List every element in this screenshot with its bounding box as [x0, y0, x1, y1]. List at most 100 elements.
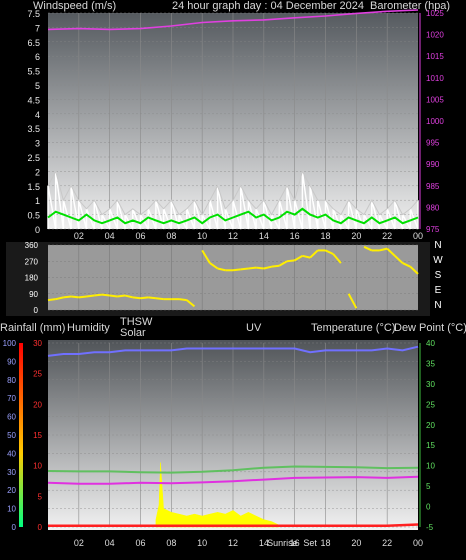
wind-direction-segment [117, 294, 126, 298]
compass-label: S [435, 270, 442, 281]
time-tick-label: 16 [290, 231, 300, 241]
time-tick-label: 10 [197, 538, 207, 548]
direction-tick-label: 90 [29, 290, 38, 299]
wind-direction-segment [132, 296, 141, 300]
header-title: 24 hour graph day : 04 December 2024 [172, 0, 364, 12]
time-tick-label: 04 [105, 231, 115, 241]
wind-direction-segment [78, 295, 87, 299]
time-tick-label: 00 [413, 538, 423, 548]
wind-direction-segment [232, 268, 241, 272]
wind-direction-segment [47, 298, 56, 302]
windspeed-tick-label: 5.5 [27, 67, 40, 77]
barometer-tick-label: 985 [426, 182, 440, 191]
rainfall-tick-label: 20 [33, 400, 42, 409]
wind-direction-segment [94, 293, 103, 297]
time-tick-label: 00 [413, 231, 423, 241]
temperature-label: Temperature (°C) [311, 322, 395, 334]
weather-chart-svg: Windspeed (m/s) 24 hour graph day : 04 D… [0, 0, 466, 548]
wind-direction-segment [286, 259, 295, 263]
windspeed-tick-label: 0 [35, 225, 40, 235]
compass-label: N [434, 240, 441, 251]
windspeed-tick-label: 2.5 [27, 153, 40, 163]
wind-direction-segment [109, 294, 118, 298]
time-tick-label: 02 [74, 538, 84, 548]
direction-tick-label: 360 [25, 241, 39, 250]
time-tick-label: 18 [320, 538, 330, 548]
solar-label: Solar [120, 327, 146, 339]
rainfall-tick-label: 10 [33, 462, 42, 471]
windspeed-tick-label: 1.5 [27, 182, 40, 192]
wind-direction-segment [140, 296, 149, 300]
barometer-tick-label: 1010 [426, 74, 444, 83]
barometer-tick-label: 990 [426, 160, 440, 169]
temperature-tick-label: 35 [426, 359, 435, 368]
wind-direction-segment [248, 266, 257, 270]
wind-direction-segment [240, 267, 249, 271]
temperature-tick-label: 0 [426, 503, 431, 512]
time-tick-label: 12 [228, 231, 238, 241]
rainfall-tick-label: 25 [33, 370, 42, 379]
humidity-tick-label: 90 [7, 357, 16, 366]
time-tick-label: 22 [382, 538, 392, 548]
windspeed-tick-label: 4 [35, 110, 40, 120]
time-tick-label: 02 [74, 231, 84, 241]
sunrise-label: Sunrise [267, 538, 298, 548]
windspeed-tick-label: 7.5 [27, 9, 40, 19]
barometer-tick-label: 1000 [426, 117, 444, 126]
humidity-tick-label: 80 [7, 376, 16, 385]
windspeed-tick-label: 6.5 [27, 38, 40, 48]
temperature-tick-label: 5 [426, 482, 431, 491]
humidity-tick-label: 30 [7, 468, 16, 477]
humidity-tick-label: 100 [3, 339, 17, 348]
time-tick-label: 10 [197, 231, 207, 241]
windspeed-tick-label: 3 [35, 139, 40, 149]
direction-tick-label: 270 [25, 257, 39, 266]
barometer-tick-label: 1015 [426, 52, 444, 61]
direction-tick-label: 180 [25, 274, 39, 283]
barometer-axis: 975 980 985 990 995 1000 1005 1010 1015 1020 1025 [419, 9, 444, 234]
temperature-tick-label: -5 [426, 523, 434, 532]
temperature-tick-label: 15 [426, 441, 435, 450]
climate-panel-time-axis: 02 04 06 08 10 12 14 16 18 20 22 00Sunrise Set [74, 538, 423, 548]
wind-direction-segment [101, 293, 110, 297]
barometer-tick-label: 975 [426, 225, 440, 234]
rainfall-tick-label: 15 [33, 431, 42, 440]
time-tick-label: 06 [135, 231, 145, 241]
humidity-tick-label: 0 [12, 523, 17, 532]
wind-direction-segment [178, 298, 187, 302]
barometer-tick-label: 1005 [426, 95, 444, 104]
dewpoint-label: Dew Point (°C) [394, 322, 466, 334]
wind-direction-segment [256, 266, 264, 270]
wind-direction-segment [148, 296, 157, 300]
weather-graph: Windspeed (m/s) 24 hour graph day : 04 D… [0, 0, 466, 555]
windspeed-axis: 0 0.5 1 1.5 2 2.5 3 3.5 4 4.5 5 5.5 6 6.5 7 7.5 [27, 9, 40, 235]
windspeed-tick-label: 5 [35, 81, 40, 91]
humidity-tick-label: 60 [7, 413, 16, 422]
wind-direction-segment [63, 295, 72, 299]
humidity-tick-label: 50 [7, 431, 16, 440]
time-tick-label: 20 [351, 231, 361, 241]
windspeed-tick-label: 1 [35, 196, 40, 206]
time-tick-label: 20 [351, 538, 361, 548]
wind-direction-segment [71, 295, 79, 299]
barometer-tick-label: 1020 [426, 31, 444, 40]
time-tick-label: 08 [166, 231, 176, 241]
barometer-tick-label: 995 [426, 139, 440, 148]
barometer-tick-label: 1025 [426, 9, 444, 18]
humidity-tick-label: 10 [7, 505, 16, 514]
rainfall-tick-label: 0 [38, 523, 43, 532]
windspeed-tick-label: 0.5 [27, 211, 40, 221]
time-tick-label: 06 [135, 538, 145, 548]
header-windspeed-label: Windspeed (m/s) [33, 0, 116, 12]
wind-direction-segment [271, 264, 280, 268]
compass-label: N [434, 300, 441, 311]
time-tick-label: 14 [259, 231, 269, 241]
rainfall-line [48, 523, 419, 528]
humidity-tick-label: 20 [7, 486, 16, 495]
rainfall-tick-label: 30 [33, 339, 42, 348]
windspeed-tick-label: 7 [35, 23, 40, 33]
direction-tick-label: 0 [34, 306, 39, 315]
temperature-tick-label: 30 [426, 380, 435, 389]
windspeed-tick-label: 4.5 [27, 95, 40, 105]
compass-label: E [435, 285, 442, 296]
